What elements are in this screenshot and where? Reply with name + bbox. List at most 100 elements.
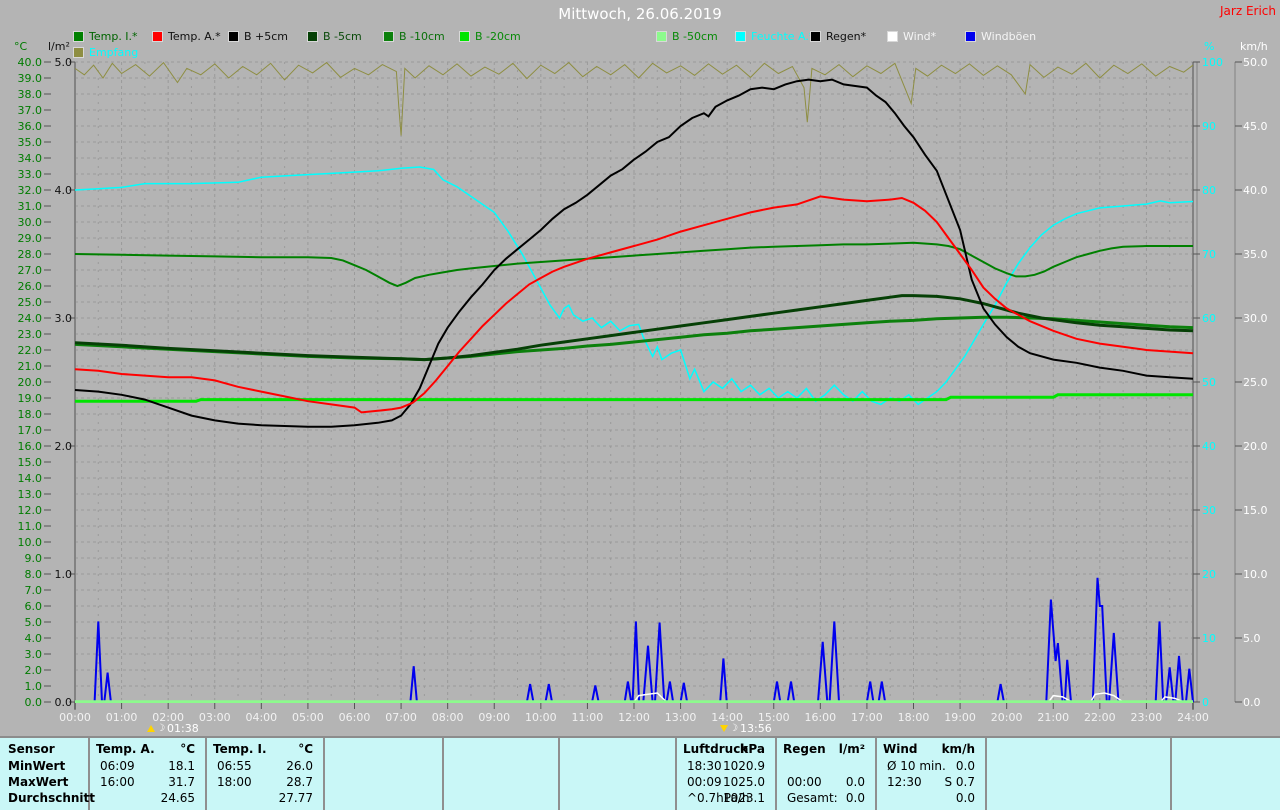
table-cell-value: 18.1 [168, 759, 195, 773]
lm2-tick-label: 5.0 [54, 56, 73, 69]
celsius-tick-label: 8.0 [24, 568, 43, 581]
table-cell-value: 0.0 [845, 791, 865, 805]
kmh-tick-label: 30.0 [1243, 312, 1268, 325]
legend-item-empfang[interactable]: Empfang [73, 46, 138, 59]
celsius-tick-label: 23.0 [17, 328, 43, 341]
table-col-unit: °C [180, 742, 195, 756]
legend-item-b-5cm[interactable]: B +5cm [228, 30, 288, 43]
table-cell-value: 0.0 [955, 759, 975, 773]
table-cell-value: 26.0 [286, 759, 313, 773]
kmh-tick-label: 45.0 [1243, 120, 1268, 133]
celsius-tick-label: 14.0 [17, 472, 43, 485]
legend-item-b-10cm[interactable]: B -10cm [383, 30, 445, 43]
table-row-label: MinWert [8, 759, 66, 773]
celsius-tick-label: 25.0 [17, 296, 43, 309]
table-separator [558, 738, 560, 810]
kmh-tick-label: 40.0 [1243, 184, 1268, 197]
lm2-axis-unit: l/m² [48, 40, 70, 53]
celsius-tick-label: 4.0 [24, 632, 43, 645]
table-row-label: Durchschnitt [8, 791, 96, 805]
kmh-tick-label: 0.0 [1243, 696, 1261, 709]
percent-tick-label: 50 [1202, 376, 1216, 389]
celsius-tick-label: 35.0 [17, 136, 43, 149]
celsius-tick-label: 15.0 [17, 456, 43, 469]
hour-tick-label: 18:00 [897, 711, 930, 724]
hour-tick-label: 23:00 [1130, 711, 1163, 724]
table-cell-value: 28.7 [286, 775, 313, 789]
legend-swatch-icon [810, 31, 821, 42]
percent-tick-label: 90 [1202, 120, 1216, 133]
table-separator [1170, 738, 1172, 810]
hour-tick-label: 01:00 [105, 711, 138, 724]
marker-time-label: 13:56 [740, 722, 772, 735]
legend-item-label: Temp. A.* [168, 30, 221, 43]
legend-swatch-icon [735, 31, 746, 42]
hour-tick-label: 08:00 [431, 711, 464, 724]
legend-item-label: Empfang [89, 46, 139, 59]
hour-tick-label: 17:00 [851, 711, 883, 724]
hour-tick-label: 11:00 [571, 711, 604, 724]
celsius-tick-label: 1.0 [24, 680, 43, 693]
celsius-tick-label: 10.0 [17, 536, 43, 549]
celsius-tick-label: 36.0 [17, 120, 43, 133]
celsius-tick-label: 21.0 [17, 360, 43, 373]
legend-item-temp-i-[interactable]: Temp. I.* [73, 30, 138, 43]
celsius-tick-label: 7.0 [24, 584, 43, 597]
table-cell-value: S 0.7 [944, 775, 975, 789]
summary-table: Sensor MinWert MaxWert Durchschnitt Temp. A.… [0, 736, 1280, 810]
legend-item-temp-a-[interactable]: Temp. A.* [152, 30, 221, 43]
celsius-tick-label: 3.0 [24, 648, 43, 661]
celsius-tick-label: 22.0 [17, 344, 43, 357]
celsius-tick-label: 40.0 [17, 56, 43, 69]
kmh-tick-label: 20.0 [1243, 440, 1268, 453]
celsius-tick-label: 18.0 [17, 408, 43, 421]
legend-item-b-50cm[interactable]: B -50cm [656, 30, 718, 43]
table-cell-value: 1020.9 [723, 759, 765, 773]
legend-item-feuchte-a-[interactable]: Feuchte A.* [735, 30, 814, 43]
celsius-tick-label: 12.0 [17, 504, 43, 517]
legend-item-label: Feuchte A.* [751, 30, 815, 43]
legend-item-label: B -20cm [475, 30, 521, 43]
celsius-tick-label: 17.0 [17, 424, 43, 437]
lm2-tick-label: 4.0 [54, 184, 73, 197]
percent-tick-label: 10 [1202, 632, 1216, 645]
moon-icon: ☽ [729, 723, 739, 734]
celsius-tick-label: 32.0 [17, 184, 43, 197]
percent-tick-label: 40 [1202, 440, 1216, 453]
hour-tick-label: 05:00 [292, 711, 324, 724]
hour-tick-label: 00:00 [59, 711, 91, 724]
hour-tick-label: 24:00 [1177, 711, 1209, 724]
percent-tick-label: 20 [1202, 568, 1216, 581]
station-name: Jarz Erich [1220, 4, 1276, 18]
table-cell-value: 1025.0 [723, 775, 765, 789]
hour-tick-label: 10:00 [524, 711, 557, 724]
celsius-tick-label: 33.0 [17, 168, 43, 181]
hour-tick-label: 22:00 [1083, 711, 1116, 724]
legend-item-label: Windböen [981, 30, 1037, 43]
legend-swatch-icon [73, 47, 84, 58]
table-separator [985, 738, 987, 810]
kmh-tick-label: 15.0 [1243, 504, 1268, 517]
percent-tick-label: 30 [1202, 504, 1216, 517]
kmh-axis-unit: km/h [1240, 40, 1268, 53]
table-col-unit: °C [298, 742, 313, 756]
kmh-tick-label: 50.0 [1243, 56, 1268, 69]
hour-tick-label: 06:00 [338, 711, 371, 724]
legend-swatch-icon [152, 31, 163, 42]
hour-tick-label: 04:00 [245, 711, 278, 724]
table-cell-value: 27.77 [278, 791, 313, 805]
celsius-tick-label: 2.0 [24, 664, 43, 677]
table-row-label: Sensor [8, 742, 55, 756]
legend-item-windb-en[interactable]: Windböen [965, 30, 1036, 43]
table-col-unit: km/h [941, 742, 975, 756]
legend-item-b-5cm[interactable]: B -5cm [307, 30, 362, 43]
table-separator [442, 738, 444, 810]
hour-tick-label: 12:00 [618, 711, 650, 724]
table-row-label: MaxWert [8, 775, 69, 789]
legend-item-wind-[interactable]: Wind* [887, 30, 936, 43]
legend-item-regen-[interactable]: Regen* [810, 30, 866, 43]
kmh-tick-label: 10.0 [1243, 568, 1268, 581]
percent-tick-label: 80 [1202, 184, 1216, 197]
celsius-tick-label: 11.0 [17, 520, 43, 533]
legend-item-b-20cm[interactable]: B -20cm [459, 30, 521, 43]
